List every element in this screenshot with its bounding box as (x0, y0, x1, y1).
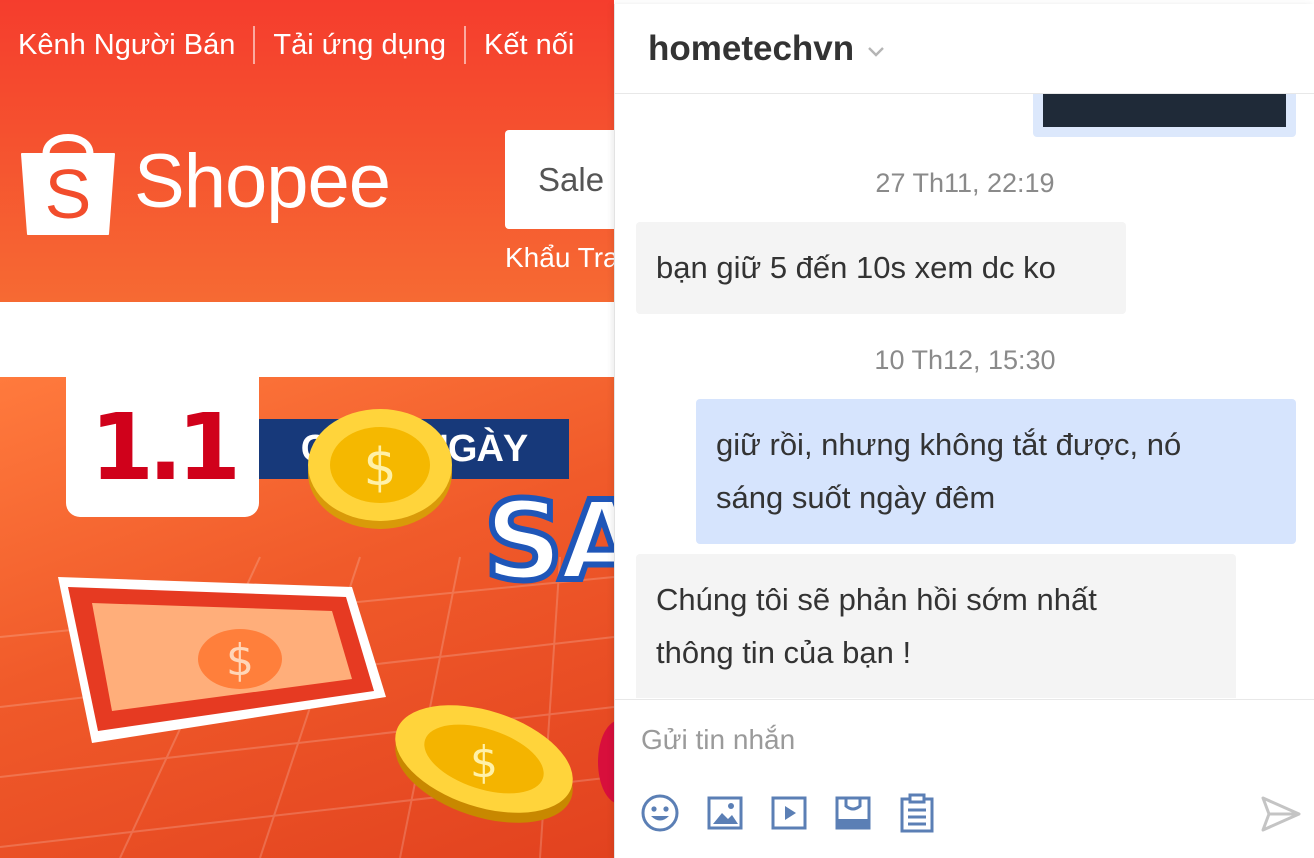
message-text-line: Chúng tôi sẽ phản hồi sớm nhất (656, 582, 1097, 617)
order-icon (900, 793, 934, 833)
incoming-message: Chúng tôi sẽ phản hồi sớm nhất thông tin… (636, 554, 1236, 698)
shopee-wordmark: Shopee (134, 138, 391, 224)
top-nav: Kênh Người Bán Tải ứng dụng Kết nối (18, 26, 574, 64)
send-image-button[interactable] (704, 792, 746, 834)
message-timestamp: 10 Th12, 15:30 (874, 345, 1056, 375)
message-text-line: giữ rồi, nhưng không tắt được, nó (716, 427, 1182, 462)
shopee-bag-icon: S (21, 134, 115, 235)
search-value: Sale (538, 160, 605, 198)
message-text: bạn giữ 5 đến 10s xem dc ko (656, 250, 1056, 285)
event-badge-text: 1.1 (90, 393, 241, 501)
image-message[interactable] (1033, 94, 1296, 137)
chevron-down-icon[interactable] (866, 45, 886, 59)
message-input[interactable] (641, 720, 1261, 760)
connect-link[interactable]: Kết nối (484, 29, 574, 62)
screen: Kênh Người Bán Tải ứng dụng Kết nối S Sh… (0, 0, 1314, 858)
incoming-message: bạn giữ 5 đến 10s xem dc ko (636, 222, 1126, 314)
banner-edge-decoration (598, 721, 614, 803)
emoji-icon (641, 794, 679, 832)
coin-icon: $ (308, 409, 452, 529)
shopee-page: Kênh Người Bán Tải ứng dụng Kết nối S Sh… (0, 0, 614, 858)
outgoing-message: giữ rồi, nhưng không tắt được, nó sáng s… (696, 399, 1296, 544)
svg-text:$: $ (226, 635, 254, 686)
svg-text:$: $ (470, 737, 498, 788)
send-video-button[interactable] (768, 792, 810, 834)
image-icon (707, 796, 743, 830)
shopee-header: Kênh Người Bán Tải ứng dụng Kết nối S Sh… (0, 0, 614, 302)
message-image[interactable] (1043, 94, 1286, 127)
nav-divider (253, 26, 256, 64)
chat-panel: hometechvn 27 Th11, 22:19 bạn giữ 5 đến … (614, 4, 1314, 858)
send-icon[interactable] (1259, 794, 1303, 834)
coin-icon: $ (395, 705, 573, 823)
message-timestamp: 27 Th11, 22:19 (875, 168, 1055, 198)
product-icon (835, 796, 871, 830)
search-suggestion-link[interactable]: Khẩu Trang (505, 242, 614, 274)
promo-banner[interactable]: 1.1 CÒN 1 NGÀY SALE $ $ (0, 377, 614, 858)
svg-text:S: S (45, 155, 92, 233)
download-app-link[interactable]: Tải ứng dụng (273, 29, 446, 62)
seller-channel-link[interactable]: Kênh Người Bán (18, 29, 235, 62)
send-order-button[interactable] (896, 792, 938, 834)
cash-bill-icon: $ (58, 577, 386, 743)
chat-header[interactable]: hometechvn (615, 4, 1314, 94)
message-text-line: sáng suốt ngày đêm (716, 480, 996, 515)
emoji-button[interactable] (639, 792, 681, 834)
message-list[interactable]: 27 Th11, 22:19 bạn giữ 5 đến 10s xem dc … (615, 94, 1314, 698)
send-product-button[interactable] (832, 792, 874, 834)
sale-text: SALE (481, 474, 614, 608)
shop-name[interactable]: hometechvn (648, 29, 854, 69)
svg-text:$: $ (363, 438, 396, 498)
nav-divider (463, 26, 466, 64)
message-composer (615, 699, 1314, 858)
event-badge: 1.1 (66, 377, 259, 517)
video-icon (771, 796, 807, 830)
message-text-line: thông tin của bạn ! (656, 635, 912, 670)
search-input[interactable]: Sale (505, 130, 614, 229)
shopee-logo[interactable]: S Shopee (18, 124, 391, 238)
